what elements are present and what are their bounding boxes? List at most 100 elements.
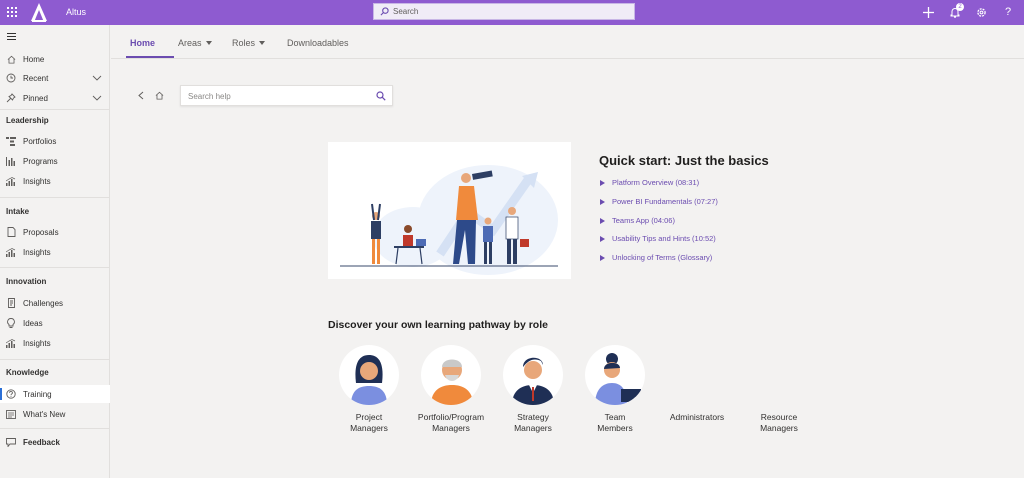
app-name: Altus xyxy=(66,7,87,17)
settings-gear-icon[interactable] xyxy=(974,5,988,19)
role-label: Strategy Managers xyxy=(514,412,552,433)
search-icon xyxy=(380,7,389,16)
sidebar-item-recent[interactable]: Recent xyxy=(0,69,110,87)
top-bar: Altus Search 2 ? xyxy=(0,0,1024,25)
sidebar-item-intake-insights[interactable]: Insights xyxy=(0,243,110,261)
insights-chart-icon xyxy=(6,176,16,186)
help-search-input[interactable] xyxy=(181,87,361,106)
sidebar-item-label: Portfolios xyxy=(23,136,57,146)
sidebar-item-proposals[interactable]: Proposals xyxy=(0,223,110,241)
home-icon xyxy=(6,54,16,64)
sidebar-item-label: Ideas xyxy=(23,318,43,328)
sidebar-item-label: Insights xyxy=(23,338,51,348)
sidebar-item-label: Home xyxy=(23,54,45,64)
sidebar-item-programs[interactable]: Programs xyxy=(0,152,110,170)
add-icon[interactable] xyxy=(921,5,935,19)
tab-label: Areas xyxy=(178,38,202,48)
video-link-label: Platform Overview (08:31) xyxy=(612,178,700,187)
sidebar-item-label: Challenges xyxy=(23,298,64,308)
sidebar-item-label: Feedback xyxy=(23,437,60,447)
role-label: Project Managers xyxy=(350,412,388,433)
sidebar-item-challenges[interactable]: Challenges xyxy=(0,294,110,312)
discover-title: Discover your own learning pathway by ro… xyxy=(328,319,548,331)
role-card-project-managers[interactable]: Project Managers xyxy=(328,345,410,434)
sidebar-item-whats-new[interactable]: What's New xyxy=(0,405,110,423)
app-launcher-icon[interactable] xyxy=(7,7,17,17)
divider xyxy=(0,428,110,429)
caret-down-icon xyxy=(205,41,212,45)
quickstart-video-link[interactable]: Teams App (04:06) xyxy=(600,216,675,225)
section-heading-leadership: Leadership xyxy=(6,116,49,125)
insights-chart-icon xyxy=(6,338,16,348)
sidebar-item-leadership-insights[interactable]: Insights xyxy=(0,172,110,190)
sidebar-item-label: Programs xyxy=(23,156,58,166)
news-icon xyxy=(6,409,16,419)
quickstart-video-link[interactable]: Unlocking of Terms (Glossary) xyxy=(600,253,712,262)
notification-badge: 2 xyxy=(956,3,964,11)
divider xyxy=(0,109,110,110)
clock-icon xyxy=(6,73,16,83)
role-label: Administrators xyxy=(669,412,725,422)
video-link-label: Usability Tips and Hints (10:52) xyxy=(612,234,716,243)
pin-icon xyxy=(6,93,16,103)
sidebar-item-label: What's New xyxy=(23,409,66,419)
tab-areas[interactable]: Areas xyxy=(178,38,212,48)
help-icon[interactable]: ? xyxy=(1001,5,1015,19)
avatar-team-member xyxy=(585,345,645,405)
sidebar-item-label: Pinned xyxy=(23,93,48,103)
divider xyxy=(0,267,110,268)
hamburger-menu-icon[interactable] xyxy=(7,33,16,40)
tab-roles[interactable]: Roles xyxy=(232,38,266,48)
play-icon xyxy=(600,179,605,186)
programs-chart-icon xyxy=(6,156,16,166)
chevron-down-icon[interactable] xyxy=(92,73,102,83)
global-search-placeholder: Search xyxy=(393,7,419,16)
sidebar-item-innovation-insights[interactable]: Insights xyxy=(0,334,110,352)
altus-logo[interactable] xyxy=(29,2,49,23)
sidebar-item-label: Insights xyxy=(23,176,51,186)
sidebar-item-pinned[interactable]: Pinned xyxy=(0,89,110,107)
sidebar-item-label: Training xyxy=(23,389,52,399)
play-icon xyxy=(600,254,605,261)
tab-home[interactable]: Home xyxy=(130,38,155,48)
sidebar: Home Recent Pinned Leadership Portfolios… xyxy=(0,25,110,478)
sidebar-item-portfolios[interactable]: Portfolios xyxy=(0,132,110,150)
role-label: Team Members xyxy=(597,412,633,433)
tab-label: Roles xyxy=(232,38,256,48)
video-link-label: Unlocking of Terms (Glossary) xyxy=(612,253,713,262)
role-card-strategy-managers[interactable]: Strategy Managers xyxy=(492,345,574,434)
tab-label: Home xyxy=(130,38,156,48)
quickstart-video-link[interactable]: Usability Tips and Hints (10:52) xyxy=(600,234,716,243)
global-search-input[interactable]: Search xyxy=(373,3,635,20)
sidebar-item-ideas[interactable]: Ideas xyxy=(0,314,110,332)
avatar-strategy-manager xyxy=(503,345,563,405)
sidebar-item-home[interactable]: Home xyxy=(0,50,110,68)
quickstart-video-link[interactable]: Power BI Fundamentals (07:27) xyxy=(600,197,718,206)
help-search-field[interactable] xyxy=(180,85,393,106)
role-card-administrators[interactable]: Administrators xyxy=(656,345,738,423)
notifications-icon[interactable]: 2 xyxy=(948,3,964,19)
caret-down-icon xyxy=(259,41,266,45)
sidebar-item-feedback[interactable]: Feedback xyxy=(0,433,110,451)
search-icon[interactable] xyxy=(376,91,386,101)
chevron-down-icon[interactable] xyxy=(92,93,102,103)
document-icon xyxy=(6,227,16,237)
home-icon[interactable] xyxy=(155,91,164,100)
quickstart-video-link[interactable]: Platform Overview (08:31) xyxy=(600,178,699,187)
sidebar-item-training[interactable]: Training xyxy=(0,385,110,403)
tab-bar: Home Areas Roles Downloadables xyxy=(111,25,1024,59)
role-card-team-members[interactable]: Team Members xyxy=(574,345,656,434)
role-card-portfolio-program-managers[interactable]: Portfolio/Program Managers xyxy=(410,345,492,434)
section-heading-innovation: Innovation xyxy=(6,277,47,286)
quickstart-title: Quick start: Just the basics xyxy=(599,153,769,168)
sidebar-item-label: Proposals xyxy=(23,227,59,237)
tab-downloadables[interactable]: Downloadables xyxy=(287,38,349,48)
question-circle-icon xyxy=(6,389,16,399)
role-card-resource-managers[interactable]: Resource Managers xyxy=(738,345,820,434)
insights-chart-icon xyxy=(6,247,16,257)
divider xyxy=(0,197,110,198)
back-arrow-icon[interactable] xyxy=(137,91,145,100)
team-vision-illustration xyxy=(328,142,571,279)
section-heading-intake: Intake xyxy=(6,207,30,216)
role-label: Portfolio/Program Managers xyxy=(417,412,485,433)
